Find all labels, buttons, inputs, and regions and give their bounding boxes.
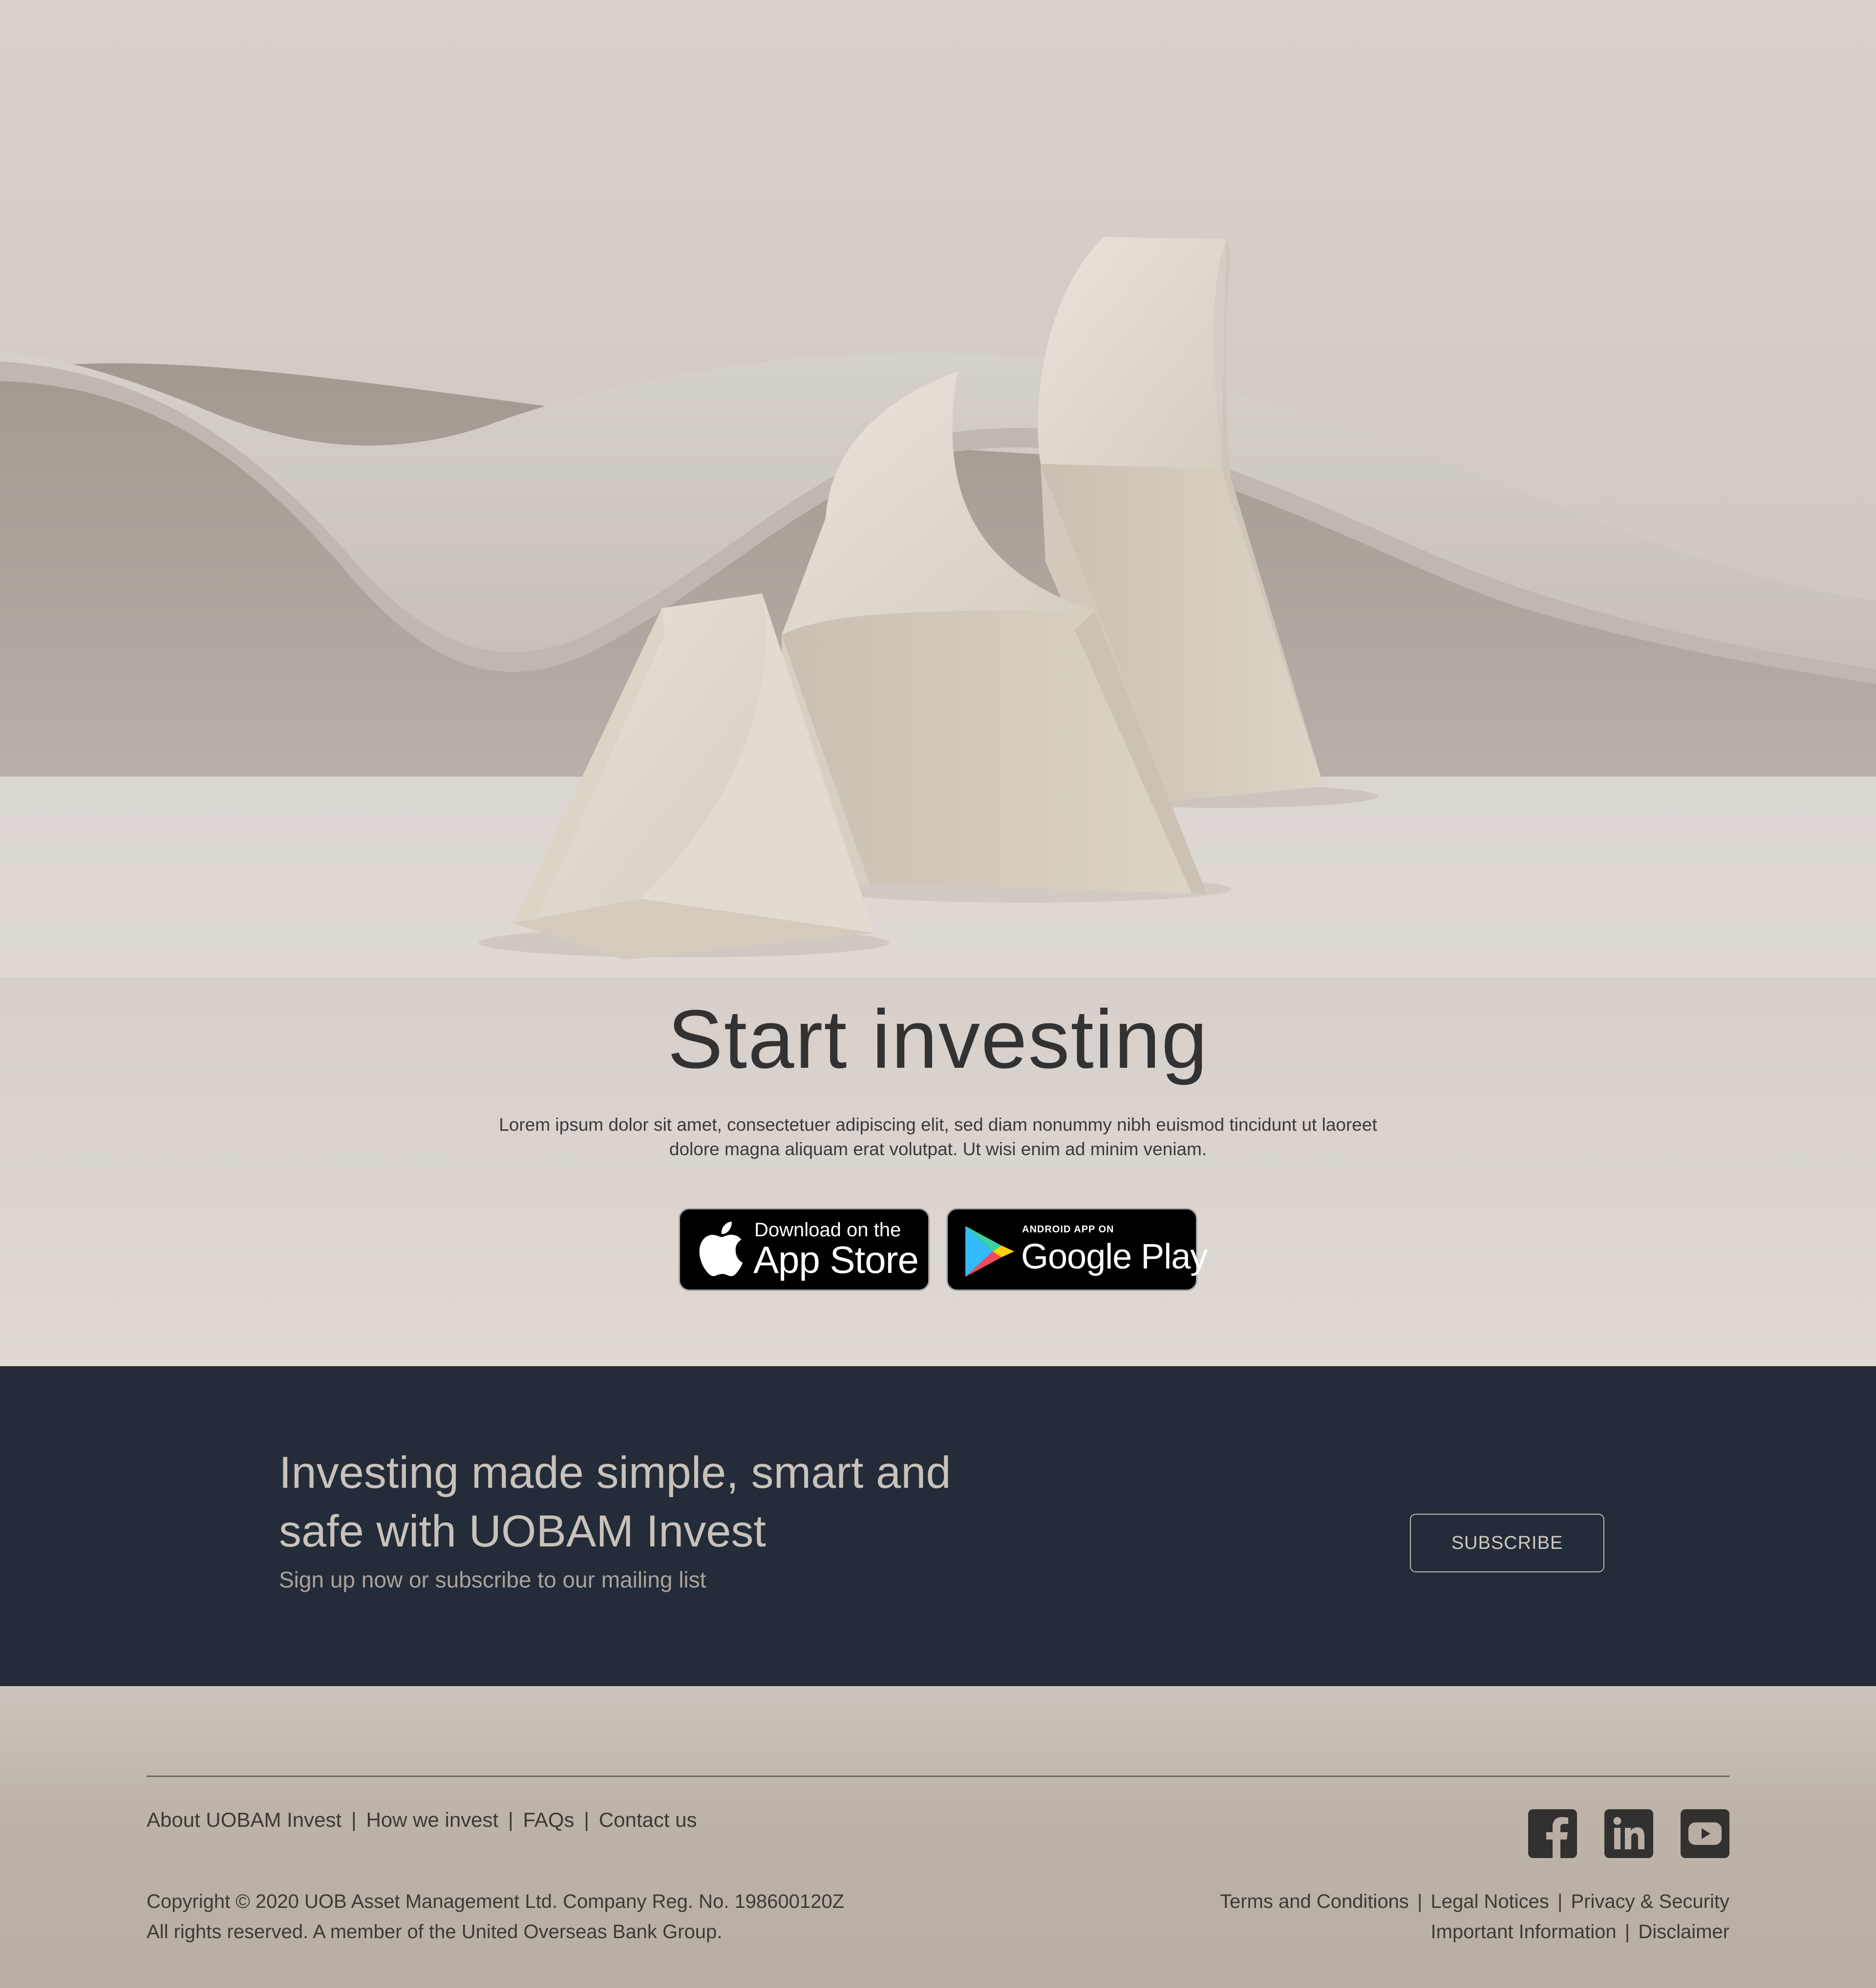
legal-link-notices[interactable]: Legal Notices [1430,1891,1549,1912]
apple-icon [699,1222,743,1276]
hero-description: Lorem ipsum dolor sit amet, consectetuer… [499,1115,1377,1159]
hero-sculpture-image [0,0,1876,977]
footer-nav-separator: | [351,1808,357,1831]
subscribe-button[interactable]: SUBSCRIBE [1410,1514,1604,1572]
footer: About UOBAM Invest | How we invest | FAQ… [0,1686,1876,1988]
footer-nav-separator: | [584,1808,590,1831]
legal-separator: | [1624,1921,1630,1943]
footer-link-contact[interactable]: Contact us [599,1808,697,1831]
google-play-big-text: Google Play [1021,1237,1208,1276]
legal-links-row-1: Terms and Conditions | Legal Notices | P… [1220,1886,1729,1917]
youtube-icon[interactable] [1681,1809,1729,1858]
legal-link-terms[interactable]: Terms and Conditions [1220,1891,1409,1912]
footer-nav: About UOBAM Invest | How we invest | FAQ… [147,1808,697,1832]
footer-link-how-we-invest[interactable]: How we invest [366,1808,498,1831]
footer-link-faqs[interactable]: FAQs [523,1808,574,1831]
footer-link-about[interactable]: About UOBAM Invest [147,1808,341,1831]
copyright-line-1: Copyright © 2020 UOB Asset Management Lt… [147,1891,845,1912]
copyright-text: Copyright © 2020 UOB Asset Management Lt… [147,1886,844,1947]
footer-divider [147,1776,1729,1777]
subscribe-section: Investing made simple, smart and safe wi… [0,1366,1876,1686]
legal-links-row-2: Important Information | Disclaimer [1220,1917,1729,1947]
google-play-small-text: ANDROID APP ON [1022,1224,1114,1235]
subscribe-subtitle: Sign up now or subscribe to our mailing … [279,1567,706,1592]
legal-separator: | [1417,1891,1423,1912]
facebook-icon[interactable] [1528,1809,1577,1858]
page-title: Start investing [667,993,1209,1086]
page: Start investing Lorem ipsum dolor sit am… [0,0,1876,1988]
hero-section: Start investing Lorem ipsum dolor sit am… [0,0,1876,1366]
legal-link-privacy[interactable]: Privacy & Security [1571,1891,1729,1912]
legal-links: Terms and Conditions | Legal Notices | P… [1220,1886,1729,1947]
legal-separator: | [1557,1891,1563,1912]
copyright-line-2: All rights reserved. A member of the Uni… [147,1921,723,1943]
linkedin-icon[interactable] [1604,1809,1653,1858]
google-play-button[interactable]: ANDROID APP ON Google Play [946,1208,1208,1291]
app-store-big-text: App Store [753,1238,919,1281]
legal-link-disclaimer[interactable]: Disclaimer [1638,1921,1729,1943]
subscribe-heading: Investing made simple, smart and safe wi… [279,1448,951,1556]
footer-nav-separator: | [508,1808,513,1831]
legal-link-important-info[interactable]: Important Information [1430,1921,1616,1943]
app-store-button[interactable]: Download on the App Store [679,1208,930,1291]
google-play-icon [965,1226,1014,1277]
